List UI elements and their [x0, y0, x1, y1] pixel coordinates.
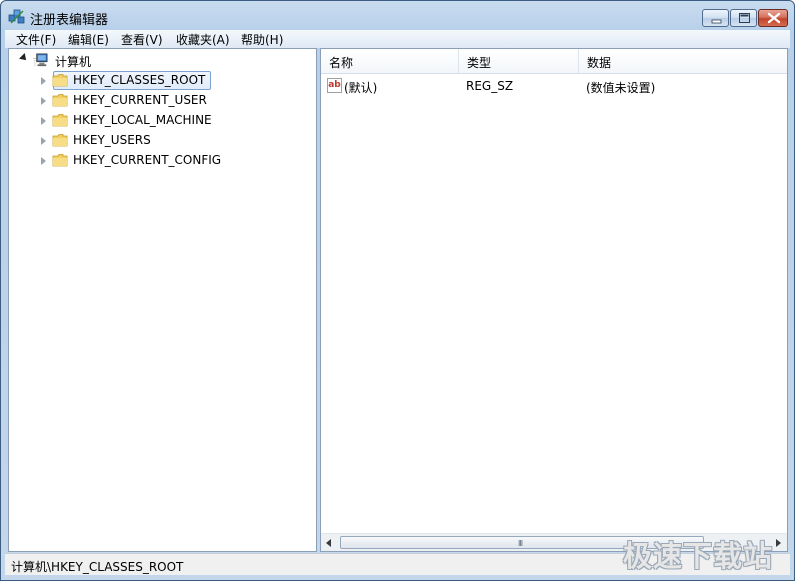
- expand-arrow-icon[interactable]: [41, 137, 46, 145]
- tree-item-hkcr[interactable]: HKEY_CLASSES_ROOT: [9, 72, 309, 90]
- computer-icon: [33, 53, 48, 67]
- tree-item-hkcc[interactable]: HKEY_CURRENT_CONFIG: [9, 152, 309, 170]
- status-path: 计算机\HKEY_CLASSES_ROOT: [11, 560, 184, 574]
- grip-icon: III: [518, 539, 523, 548]
- registry-editor-icon: [8, 9, 25, 24]
- string-value-icon: ab: [327, 78, 342, 93]
- key-tree-pane[interactable]: 计算机 HKEY_CLASSES_ROOT HKEY_CURRENT_USER: [8, 48, 317, 552]
- value-list-pane[interactable]: 名称 类型 数据 ab (默认) REG_SZ (数值未设置) III: [320, 48, 788, 552]
- close-icon: [767, 12, 781, 24]
- tree-label-hklm: HKEY_LOCAL_MACHINE: [73, 113, 212, 127]
- maximize-icon: [739, 13, 750, 23]
- tree-label-computer: 计算机: [55, 55, 92, 69]
- registry-editor-window: 注册表编辑器 文件(F) 编辑(E) 查看(V) 收藏夹(A) 帮助(H) 计算…: [0, 0, 795, 581]
- tree-label-hkcu: HKEY_CURRENT_USER: [73, 93, 207, 107]
- close-button[interactable]: [758, 9, 788, 27]
- window-title: 注册表编辑器: [30, 13, 109, 28]
- scroll-right-icon[interactable]: [776, 539, 781, 547]
- folder-icon: [52, 154, 68, 167]
- watermark: 极速下载站: [623, 539, 774, 573]
- tree-item-hku[interactable]: HKEY_USERS: [9, 132, 309, 150]
- column-header-data[interactable]: 数据: [579, 49, 787, 73]
- folder-icon: [52, 134, 68, 147]
- folder-icon: [52, 114, 68, 127]
- tree-label-hkcr: HKEY_CLASSES_ROOT: [73, 73, 206, 87]
- menu-help[interactable]: 帮助(H): [241, 31, 283, 48]
- column-header-type[interactable]: 类型: [459, 49, 579, 73]
- maximize-button[interactable]: [730, 9, 757, 27]
- title-bar[interactable]: 注册表编辑器: [1, 1, 794, 31]
- expand-arrow-icon[interactable]: [41, 97, 46, 105]
- minimize-button[interactable]: [702, 9, 729, 27]
- menu-view[interactable]: 查看(V): [121, 31, 163, 48]
- folder-icon: [52, 74, 68, 87]
- tree-item-hklm[interactable]: HKEY_LOCAL_MACHINE: [9, 112, 309, 130]
- menu-favorites[interactable]: 收藏夹(A): [176, 31, 230, 48]
- expand-arrow-icon[interactable]: [41, 77, 46, 85]
- minimize-icon: [711, 19, 722, 24]
- expand-arrow-icon[interactable]: [41, 157, 46, 165]
- folder-icon: [52, 94, 68, 107]
- cell-name: (默认): [344, 81, 378, 95]
- menu-file[interactable]: 文件(F): [16, 31, 56, 48]
- header-divider: [321, 73, 787, 74]
- tree-label-hkcc: HKEY_CURRENT_CONFIG: [73, 153, 222, 167]
- column-header-name[interactable]: 名称: [321, 49, 459, 73]
- cell-data: (数值未设置): [586, 81, 656, 95]
- cell-type: REG_SZ: [466, 79, 514, 93]
- tree-label-hku: HKEY_USERS: [73, 133, 151, 147]
- scroll-left-icon[interactable]: [326, 539, 331, 547]
- menu-edit[interactable]: 编辑(E): [68, 31, 109, 48]
- collapse-arrow-icon[interactable]: [19, 53, 29, 63]
- menu-bar: 文件(F) 编辑(E) 查看(V) 收藏夹(A) 帮助(H): [5, 30, 790, 48]
- tree-item-computer[interactable]: 计算机: [9, 52, 309, 70]
- tree-item-hkcu[interactable]: HKEY_CURRENT_USER: [9, 92, 309, 110]
- expand-arrow-icon[interactable]: [41, 117, 46, 125]
